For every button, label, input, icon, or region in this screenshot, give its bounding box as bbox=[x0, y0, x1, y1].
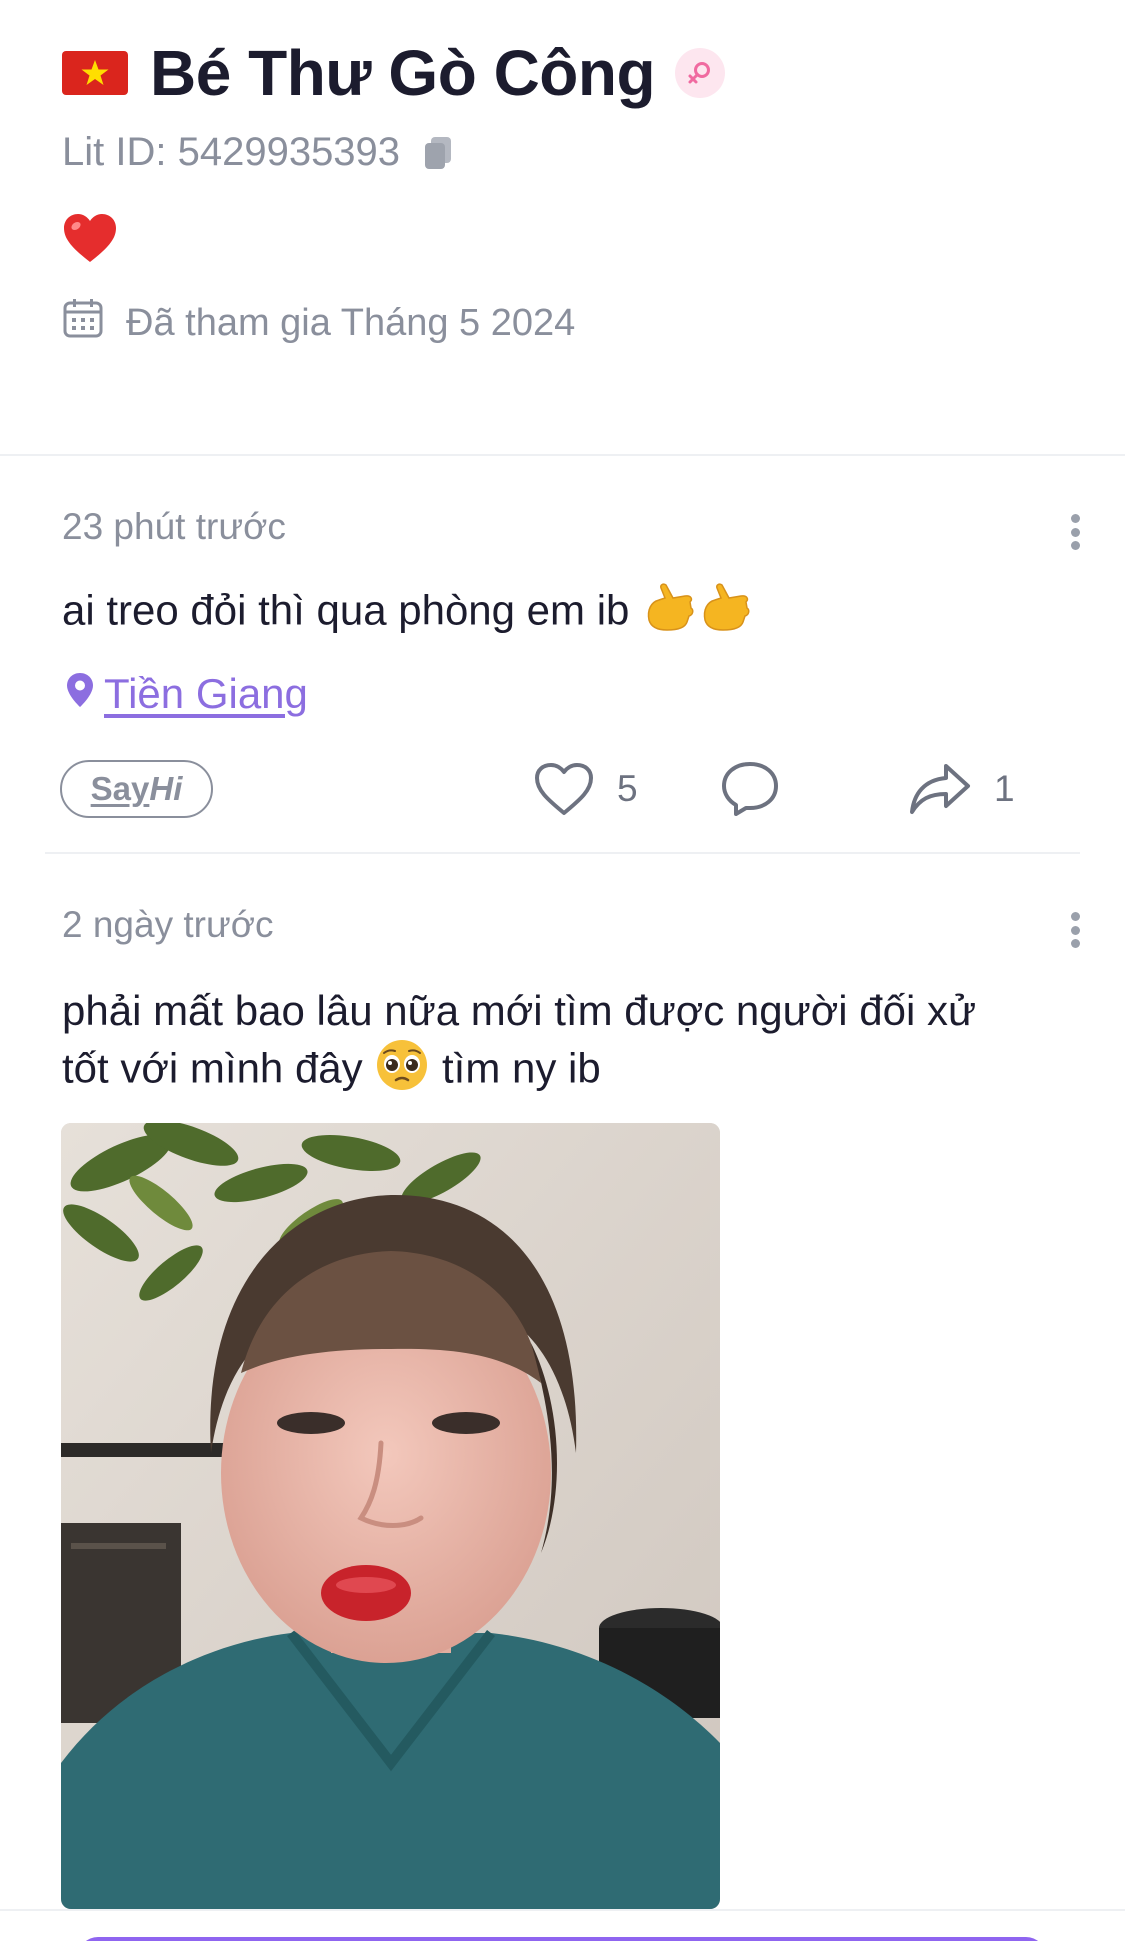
post-text: ai treo đỏi thì qua phòng em ib bbox=[62, 580, 753, 647]
bottom-action-bar bbox=[0, 1909, 1125, 1941]
post-text-part: tìm ny ib bbox=[442, 1044, 601, 1092]
post-text-line: tốt với mình đây tìm ny ib bbox=[62, 1038, 976, 1105]
post-location[interactable]: Tiền Giang bbox=[66, 670, 308, 718]
female-symbol-icon bbox=[675, 48, 726, 98]
profile-header: Bé Thư Gò Công Lit ID: 5429935393 Đã tha… bbox=[0, 0, 1125, 455]
lit-id: Lit ID: 5429935393 bbox=[62, 130, 401, 174]
red-heart-emoji bbox=[62, 212, 118, 266]
comment-icon bbox=[720, 760, 780, 818]
post-text-content: ai treo đỏi thì qua phòng em ib bbox=[62, 586, 630, 634]
share-button[interactable]: 1 bbox=[908, 758, 1015, 820]
calendar-icon bbox=[62, 297, 104, 349]
join-date: Đã tham gia Tháng 5 2024 bbox=[126, 301, 576, 344]
call-me-hand-emoji bbox=[641, 580, 697, 647]
location-pin-icon bbox=[66, 670, 94, 718]
comment-button[interactable] bbox=[720, 758, 780, 820]
say-hi-button[interactable]: Say Hi bbox=[60, 760, 213, 818]
share-icon bbox=[908, 762, 972, 816]
like-count: 5 bbox=[617, 768, 638, 809]
name-row: Bé Thư Gò Công bbox=[62, 37, 726, 109]
say-hi-label: Say bbox=[90, 770, 150, 807]
post-text: phải mất bao lâu nữa mới tìm được người … bbox=[62, 984, 976, 1105]
post-card[interactable]: 23 phút trước ai treo đỏi thì qua phòng … bbox=[0, 456, 1125, 854]
profile-name: Bé Thư Gò Công bbox=[150, 37, 656, 109]
post-text-line: phải mất bao lâu nữa mới tìm được người … bbox=[62, 987, 977, 1034]
location-text: Tiền Giang bbox=[104, 670, 308, 717]
bottom-primary-button[interactable] bbox=[78, 1937, 1046, 1941]
like-button[interactable]: 5 bbox=[533, 758, 638, 820]
selfie-photo[interactable] bbox=[61, 1123, 720, 1909]
post-actions: Say Hi 5 1 bbox=[0, 758, 1125, 820]
vietnam-flag-icon bbox=[62, 51, 128, 95]
share-count: 1 bbox=[994, 768, 1015, 809]
heart-icon bbox=[533, 761, 595, 817]
pleading-face-emoji bbox=[374, 1038, 430, 1105]
join-date-row: Đã tham gia Tháng 5 2024 bbox=[62, 297, 575, 349]
say-hi-label-hi: Hi bbox=[149, 770, 183, 807]
more-options-button[interactable] bbox=[1068, 912, 1082, 948]
call-me-hand-emoji bbox=[697, 580, 753, 647]
post-time: 2 ngày trước bbox=[62, 904, 274, 945]
post-text-part: tốt với mình đây bbox=[62, 1044, 363, 1092]
lit-id-row: Lit ID: 5429935393 bbox=[62, 130, 456, 175]
more-options-button[interactable] bbox=[1068, 514, 1082, 550]
copy-icon[interactable] bbox=[422, 135, 456, 171]
post-time: 23 phút trước bbox=[62, 506, 286, 547]
